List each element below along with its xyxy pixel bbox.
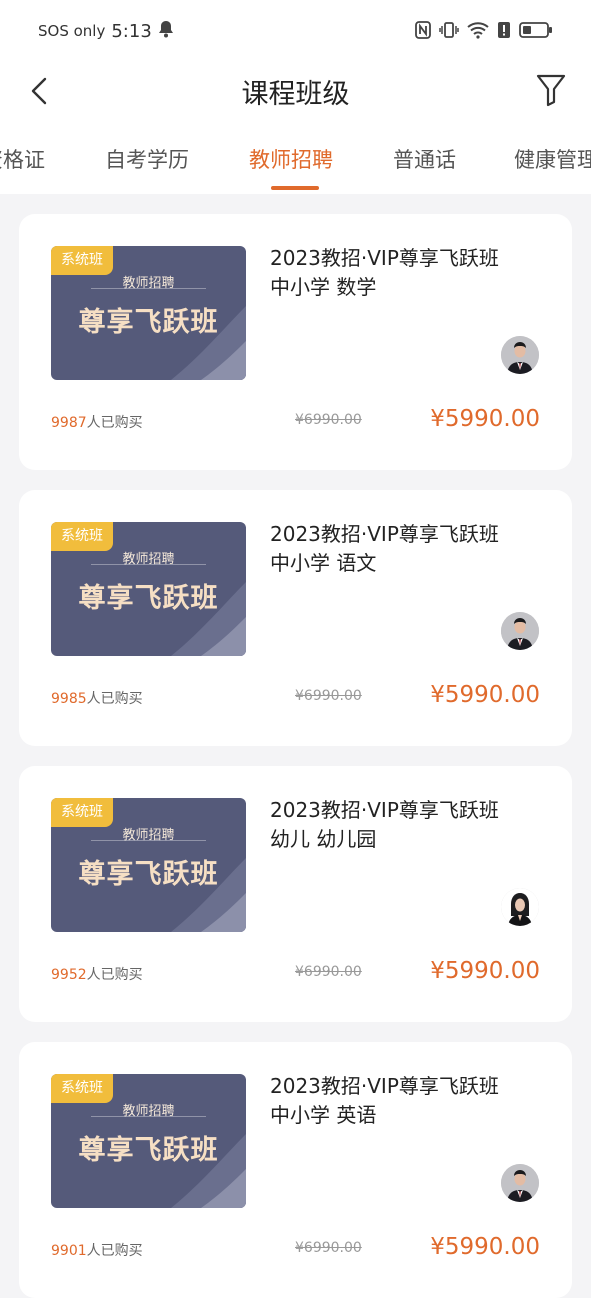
course-type-tag: 系统班 <box>51 246 113 275</box>
title-bar: 课程班级 <box>0 64 591 120</box>
male-teacher-avatar-icon <box>501 612 539 650</box>
alert-icon <box>497 21 511 43</box>
carrier-text: SOS only <box>38 22 106 40</box>
course-thumbnail: 系统班 教师招聘 尊享飞跃班 <box>51 1074 246 1208</box>
course-thumbnail: 系统班 教师招聘 尊享飞跃班 <box>51 798 246 932</box>
current-price: ¥5990.00 <box>430 406 540 432</box>
vibrate-icon <box>439 21 459 43</box>
clock-time: 5:13 <box>111 20 152 42</box>
thumbnail-divider <box>91 288 206 289</box>
buyers-suffix: 人已购买 <box>86 691 143 707</box>
tab-teacher-recruitment[interactable]: 教师招聘 <box>249 144 333 174</box>
thumbnail-title: 尊享飞跃班 <box>78 307 219 338</box>
buyers-count: 9901人已购买 <box>51 1240 143 1260</box>
filter-funnel-icon <box>536 74 566 107</box>
notification-bell-icon <box>158 20 174 42</box>
course-title-line1: 2023教招·VIP尊享飞跃班 <box>270 246 499 270</box>
current-price: ¥5990.00 <box>430 1234 540 1260</box>
course-title: 2023教招·VIP尊享飞跃班 中小学 英语 <box>270 1072 560 1130</box>
course-title-line2: 中小学 语文 <box>270 551 377 575</box>
buyers-suffix: 人已购买 <box>86 1243 143 1259</box>
teacher-avatar <box>501 888 539 926</box>
course-card[interactable]: 系统班 教师招聘 尊享飞跃班 2023教招·VIP尊享飞跃班 中小学 英语 99… <box>19 1042 572 1298</box>
page-title: 课程班级 <box>241 79 350 110</box>
category-tabs: 资格证 自考学历 教师招聘 普通话 健康管理 <box>0 120 591 194</box>
original-price: ¥6990.00 <box>295 964 362 980</box>
course-title-line2: 中小学 英语 <box>270 1103 377 1127</box>
thumbnail-divider <box>91 840 206 841</box>
teacher-avatar <box>501 612 539 650</box>
current-price: ¥5990.00 <box>430 958 540 984</box>
battery-icon <box>519 21 553 43</box>
course-type-tag: 系统班 <box>51 1074 113 1103</box>
course-title-line1: 2023教招·VIP尊享飞跃班 <box>270 798 499 822</box>
buyers-count: 9985人已购买 <box>51 688 143 708</box>
nfc-icon <box>415 21 431 43</box>
course-title-line2: 中小学 数学 <box>270 275 377 299</box>
tab-health-management[interactable]: 健康管理 <box>514 144 591 174</box>
thumbnail-title: 尊享飞跃班 <box>78 1135 219 1166</box>
male-teacher-avatar-icon <box>501 336 539 374</box>
female-teacher-avatar-icon <box>501 888 539 926</box>
filter-button[interactable] <box>535 72 567 108</box>
status-left: SOS only 5:13 <box>38 20 174 42</box>
buyers-count: 9987人已购买 <box>51 412 143 432</box>
course-title-line1: 2023教招·VIP尊享飞跃班 <box>270 522 499 546</box>
male-teacher-avatar-icon <box>501 1164 539 1202</box>
course-title: 2023教招·VIP尊享飞跃班 中小学 数学 <box>270 244 560 302</box>
course-thumbnail: 系统班 教师招聘 尊享飞跃班 <box>51 522 246 656</box>
buyers-number: 9901 <box>51 1243 87 1259</box>
tab-qualification[interactable]: 资格证 <box>0 144 45 174</box>
tab-mandarin[interactable]: 普通话 <box>393 144 456 174</box>
status-right <box>415 21 553 43</box>
wifi-icon <box>467 21 489 43</box>
status-bar: SOS only 5:13 <box>0 0 591 64</box>
course-type-tag: 系统班 <box>51 522 113 551</box>
thumbnail-title: 尊享飞跃班 <box>78 859 219 890</box>
course-type-tag: 系统班 <box>51 798 113 827</box>
buyers-suffix: 人已购买 <box>86 415 143 431</box>
original-price: ¥6990.00 <box>295 412 362 428</box>
buyers-suffix: 人已购买 <box>86 967 143 983</box>
buyers-number: 9952 <box>51 967 87 983</box>
course-title: 2023教招·VIP尊享飞跃班 中小学 语文 <box>270 520 560 578</box>
course-title-line1: 2023教招·VIP尊享飞跃班 <box>270 1074 499 1098</box>
thumbnail-divider <box>91 1116 206 1117</box>
original-price: ¥6990.00 <box>295 688 362 704</box>
course-card[interactable]: 系统班 教师招聘 尊享飞跃班 2023教招·VIP尊享飞跃班 中小学 数学 99… <box>19 214 572 470</box>
tab-self-exam[interactable]: 自考学历 <box>105 144 189 174</box>
original-price: ¥6990.00 <box>295 1240 362 1256</box>
course-thumbnail: 系统班 教师招聘 尊享飞跃班 <box>51 246 246 380</box>
course-title-line2: 幼儿 幼儿园 <box>270 827 377 851</box>
buyers-count: 9952人已购买 <box>51 964 143 984</box>
course-card[interactable]: 系统班 教师招聘 尊享飞跃班 2023教招·VIP尊享飞跃班 中小学 语文 99… <box>19 490 572 746</box>
current-price: ¥5990.00 <box>430 682 540 708</box>
teacher-avatar <box>501 1164 539 1202</box>
course-card[interactable]: 系统班 教师招聘 尊享飞跃班 2023教招·VIP尊享飞跃班 幼儿 幼儿园 99… <box>19 766 572 1022</box>
teacher-avatar <box>501 336 539 374</box>
buyers-number: 9985 <box>51 691 87 707</box>
thumbnail-title: 尊享飞跃班 <box>78 583 219 614</box>
active-tab-indicator <box>271 186 319 190</box>
buyers-number: 9987 <box>51 415 87 431</box>
course-title: 2023教招·VIP尊享飞跃班 幼儿 幼儿园 <box>270 796 560 854</box>
thumbnail-divider <box>91 564 206 565</box>
